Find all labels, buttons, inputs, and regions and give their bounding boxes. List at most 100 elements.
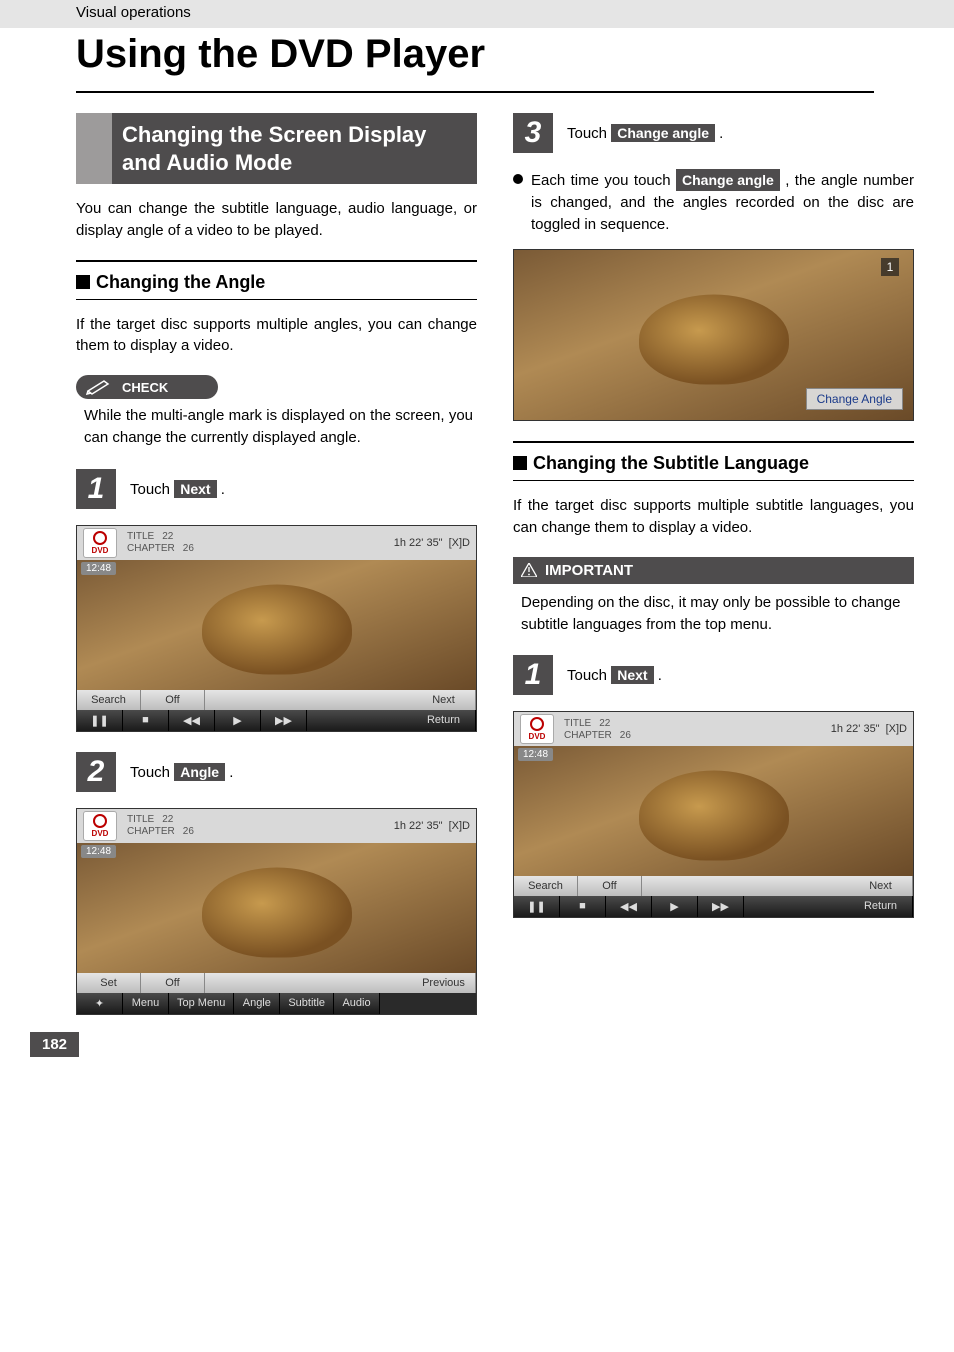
step-text-post: . [654, 667, 662, 684]
change-angle-button[interactable]: Change angle [676, 169, 780, 191]
next-button[interactable]: Next [412, 690, 476, 710]
section-heading: Changing the Screen Display and Audio Mo… [76, 113, 477, 184]
spacer [205, 690, 412, 710]
change-angle-button[interactable]: Change angle [611, 124, 715, 142]
title-value: 22 [162, 531, 173, 542]
top-menu-button[interactable]: Top Menu [169, 993, 234, 1014]
button-row-2: ❚❚ ■ ◀◀ ▶ ▶▶ Return [514, 896, 913, 917]
subtitle-button[interactable]: Subtitle [280, 993, 334, 1014]
return-button[interactable]: Return [412, 710, 476, 731]
play-button[interactable]: ▶ [652, 896, 698, 917]
move-button[interactable]: ✦ [77, 993, 123, 1014]
change-angle-overlay-button[interactable]: Change Angle [806, 388, 903, 410]
bullet-pre: Each time you touch [531, 172, 676, 189]
audio-button[interactable]: Audio [334, 993, 380, 1014]
next-button[interactable]: Next [174, 480, 216, 498]
shot-meta: TITLE22 CHAPTER26 [564, 718, 631, 741]
fastforward-button[interactable]: ▶▶ [698, 896, 744, 917]
search-button[interactable]: Search [77, 690, 141, 710]
check-pill: CHECK [76, 375, 218, 399]
button-row-1: Set Off Previous [77, 973, 476, 993]
dvd-label: DVD [92, 546, 109, 555]
important-body: Depending on the disc, it may only be po… [513, 584, 914, 636]
angle-button[interactable]: Angle [234, 993, 280, 1014]
step-text-post: . [225, 764, 233, 781]
off-button[interactable]: Off [141, 690, 205, 710]
step-2: 2 Touch Angle . [76, 752, 477, 792]
clock: 12:48 [518, 748, 553, 761]
shot-meta: TITLE22 CHAPTER26 [127, 814, 194, 837]
check-label: CHECK [122, 380, 168, 395]
angle-number-overlay: 1 [881, 258, 899, 276]
video-content [202, 867, 352, 957]
chapter-label: CHAPTER [127, 826, 175, 837]
step-text-pre: Touch [567, 667, 611, 684]
title-value: 22 [162, 814, 173, 825]
stop-button[interactable]: ■ [560, 896, 606, 917]
chapter-label: CHAPTER [127, 543, 175, 554]
video-content [639, 295, 789, 385]
video-area [514, 746, 913, 876]
subsection-body: If the target disc supports multiple ang… [76, 314, 477, 358]
title-rule [76, 83, 874, 93]
off-button[interactable]: Off [141, 973, 205, 993]
dolby-icon: [X]D [449, 820, 470, 832]
subsection-heading-text: Changing the Angle [96, 272, 265, 292]
runtime: 1h 22' 35" [394, 537, 443, 549]
pause-button[interactable]: ❚❚ [77, 710, 123, 731]
section-heading-accent [76, 113, 112, 184]
step-1: 1 Touch Next . [513, 655, 914, 695]
shot-topbar: DVD TITLE22 CHAPTER26 1h 22' 35" [X]D [77, 526, 476, 560]
page-number: 182 [30, 1032, 79, 1057]
rewind-button[interactable]: ◀◀ [169, 710, 215, 731]
rule [513, 480, 914, 481]
clock: 12:48 [81, 562, 116, 575]
video-area [77, 560, 476, 690]
pencil-icon [86, 379, 114, 395]
button-row-2: ✦ Menu Top Menu Angle Subtitle Audio [77, 993, 476, 1014]
next-button[interactable]: Next [849, 876, 913, 896]
title-value: 22 [599, 718, 610, 729]
set-button[interactable]: Set [77, 973, 141, 993]
off-button[interactable]: Off [578, 876, 642, 896]
menu-button[interactable]: Menu [123, 993, 169, 1014]
fastforward-button[interactable]: ▶▶ [261, 710, 307, 731]
section-intro: You can change the subtitle language, au… [76, 198, 477, 242]
spacer [307, 710, 412, 731]
shot-topbar: DVD TITLE22 CHAPTER26 1h 22' 35" [X]D [514, 712, 913, 746]
angle-button[interactable]: Angle [174, 763, 225, 781]
screenshot-change-angle: 1 Change Angle [513, 249, 914, 421]
bullet-icon [513, 174, 523, 184]
step-text: Touch Next . [130, 480, 225, 498]
shot-right-meta: 1h 22' 35" [X]D [394, 820, 470, 832]
dvd-label: DVD [92, 829, 109, 838]
screenshot-dvd-controls-3: DVD TITLE22 CHAPTER26 1h 22' 35" [X]D 12… [513, 711, 914, 918]
stop-button[interactable]: ■ [123, 710, 169, 731]
dvd-badge: DVD [83, 811, 117, 841]
search-button[interactable]: Search [514, 876, 578, 896]
subsection-heading-text: Changing the Subtitle Language [533, 453, 809, 473]
spacer [744, 896, 849, 917]
spacer [205, 973, 412, 993]
play-button[interactable]: ▶ [215, 710, 261, 731]
step-text-pre: Touch [130, 764, 174, 781]
step-number: 3 [513, 113, 553, 153]
pause-button[interactable]: ❚❚ [514, 896, 560, 917]
return-button[interactable]: Return [849, 896, 913, 917]
section-heading-text: Changing the Screen Display and Audio Mo… [76, 113, 477, 184]
important-bar: IMPORTANT [513, 557, 914, 584]
dolby-icon: [X]D [449, 537, 470, 549]
step-text-pre: Touch [567, 125, 611, 142]
step-text: Touch Change angle . [567, 124, 723, 142]
subsection-heading: Changing the Angle [76, 270, 477, 299]
dolby-icon: [X]D [886, 723, 907, 735]
shot-meta: TITLE22 CHAPTER26 [127, 531, 194, 554]
chapter-value: 26 [183, 826, 194, 837]
rewind-button[interactable]: ◀◀ [606, 896, 652, 917]
chapter-value: 26 [183, 543, 194, 554]
previous-button[interactable]: Previous [412, 973, 476, 993]
video-content [639, 771, 789, 861]
next-button[interactable]: Next [611, 666, 653, 684]
step-3: 3 Touch Change angle . [513, 113, 914, 153]
video-content [202, 584, 352, 674]
